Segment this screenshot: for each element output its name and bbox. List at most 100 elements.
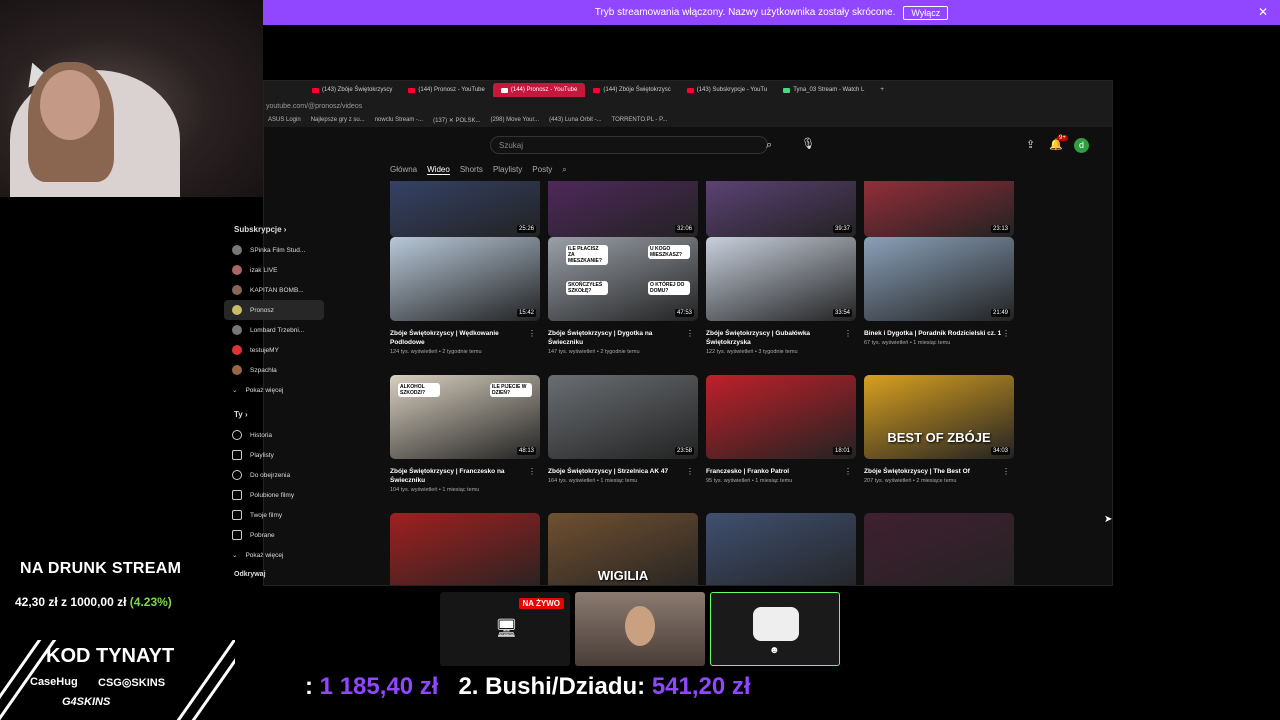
channel-avatar bbox=[232, 265, 242, 275]
sidebar-item-sub[interactable]: izak LIVE bbox=[194, 260, 394, 280]
tab-home[interactable]: Główna bbox=[390, 165, 417, 175]
more-options-icon[interactable]: ⋮ bbox=[844, 329, 852, 338]
video-card[interactable]: BEST OF ZBÓJE 34:03 Zbóje Świętokrzyscy | … bbox=[864, 375, 1014, 484]
video-meta: 164 tys. wyświetleń • 1 miesiąc temu bbox=[548, 478, 638, 484]
address-bar[interactable]: youtube.com/@pronosz/videos bbox=[264, 99, 1112, 113]
show-more-button[interactable]: ⌄ Pokaż więcej bbox=[194, 545, 394, 565]
video-thumbnail[interactable]: 23:58 bbox=[548, 375, 698, 459]
sidebar-item-sub[interactable]: testujeMY bbox=[194, 340, 394, 360]
bookmark[interactable]: (443) Luna Orbit -... bbox=[549, 117, 601, 123]
video-title[interactable]: Zbóje Świętokrzyscy | Gubałówka Świętokr… bbox=[706, 329, 856, 347]
video-thumbnail[interactable]: 21:49 bbox=[864, 237, 1014, 321]
avatar[interactable]: d bbox=[1074, 138, 1089, 153]
video-thumbnail[interactable] bbox=[390, 513, 540, 585]
more-options-icon[interactable]: ⋮ bbox=[528, 467, 536, 476]
sidebar-item-downloads[interactable]: Pobrane bbox=[194, 525, 394, 545]
sidebar-item-sub[interactable]: KAPITAN BOMB... bbox=[194, 280, 394, 300]
video-thumbnail[interactable]: 39:37 bbox=[706, 181, 856, 237]
thumbnail-caption: U KOGO MIESZKASZ? bbox=[648, 245, 690, 259]
bookmark[interactable]: ASUS Login bbox=[268, 117, 301, 123]
video-title[interactable]: Zbóje Świętokrzyscy | Franczesko na Świe… bbox=[390, 467, 540, 485]
video-card[interactable] bbox=[864, 513, 1014, 585]
video-card[interactable]: 48:13 ALKOHOL SZKODZI? ILE PIJECIE W DZIEŃ… bbox=[390, 375, 540, 493]
video-title[interactable]: Zbóje Świętokrzyscy | Wędkowanie Podlodo… bbox=[390, 329, 540, 347]
video-card[interactable]: 21:49 Binek i Dygotka | Poradnik Rodzicie… bbox=[864, 237, 1014, 346]
video-thumbnail[interactable]: WIGILIA bbox=[548, 513, 698, 585]
video-card[interactable] bbox=[706, 513, 856, 585]
sidebar-item-sub[interactable]: Szpachla bbox=[194, 360, 394, 380]
video-thumbnail[interactable] bbox=[864, 513, 1014, 585]
video-card[interactable]: 33:54 Zbóje Świętokrzyscy | Gubałówka Świ… bbox=[706, 237, 856, 355]
youtube-icon bbox=[686, 87, 694, 93]
video-duration: 25:26 bbox=[516, 225, 536, 233]
video-title[interactable]: Zbóje Świętokrzyscy | Dygotka na Świeczn… bbox=[548, 329, 698, 347]
browser-tab-active[interactable]: (144) Pronosz - YouTube bbox=[492, 83, 586, 97]
search-icon[interactable]: ⌕ bbox=[562, 165, 566, 175]
more-options-icon[interactable]: ⋮ bbox=[686, 467, 694, 476]
video-thumbnail[interactable]: 33:54 bbox=[706, 237, 856, 321]
video-card[interactable]: 23:58 Zbóje Świętokrzyscy | Strzelnica AK… bbox=[548, 375, 698, 484]
browser-tab[interactable]: (143) Subskrypcje - YouTu bbox=[679, 83, 775, 97]
bookmark[interactable]: Najlepsze gry z su... bbox=[311, 117, 365, 123]
sidebar-item-your-videos[interactable]: Twoje filmy bbox=[194, 505, 394, 525]
subscriptions-header[interactable]: Subskrypcje › bbox=[234, 225, 394, 234]
video-icon bbox=[232, 510, 242, 520]
video-title[interactable]: Binek i Dygotka | Poradnik Rodzicielski … bbox=[864, 329, 1014, 338]
mic-icon[interactable]: 🎙 bbox=[801, 137, 815, 150]
sidebar-item-liked[interactable]: Polubione filmy bbox=[194, 485, 394, 505]
disable-button[interactable]: Wyłącz bbox=[903, 5, 949, 20]
more-options-icon[interactable]: ⋮ bbox=[1002, 329, 1010, 338]
more-options-icon[interactable]: ⋮ bbox=[686, 329, 694, 338]
video-title[interactable]: Zbóje Świętokrzyscy | The Best Of bbox=[864, 467, 1014, 476]
youtube-icon bbox=[312, 87, 319, 93]
bookmark[interactable]: (137) ✕ POLSK... bbox=[433, 117, 480, 124]
more-options-icon[interactable]: ⋮ bbox=[528, 329, 536, 338]
video-card[interactable]: 15:42 Zbóje Świętokrzyscy | Wędkowanie Po… bbox=[390, 237, 540, 355]
upload-icon[interactable]: ⇪ bbox=[1026, 138, 1035, 151]
browser-tab[interactable]: (144) Zbóje Świętokrzysc bbox=[585, 83, 678, 97]
chevron-down-icon: ⌄ bbox=[232, 552, 238, 559]
sidebar-item-sub-selected[interactable]: Pronosz bbox=[224, 300, 324, 320]
explore-header[interactable]: Odkrywaj bbox=[234, 571, 394, 578]
bookmark[interactable]: TORRENTO.PL - P... bbox=[612, 117, 668, 123]
browser-tab[interactable]: Tyna_03 Stream - Watch L bbox=[775, 83, 872, 97]
close-icon[interactable]: ✕ bbox=[1258, 5, 1268, 19]
thumbnail-caption: ALKOHOL SZKODZI? bbox=[398, 383, 440, 397]
new-tab-button[interactable]: + bbox=[872, 83, 892, 97]
video-thumbnail[interactable]: BEST OF ZBÓJE 34:03 bbox=[864, 375, 1014, 459]
browser-tab[interactable]: (143) Zbóje Świętokrzyscy bbox=[304, 83, 400, 97]
sidebar-item-history[interactable]: Historia bbox=[194, 425, 394, 445]
browser-tab[interactable]: (144) Pronosz - YouTube bbox=[400, 83, 493, 97]
video-thumbnail[interactable]: 25:26 bbox=[390, 181, 540, 237]
tab-playlists[interactable]: Playlisty bbox=[493, 165, 522, 175]
search-input[interactable]: Szukaj bbox=[490, 136, 768, 154]
show-more-button[interactable]: ⌄ Pokaż więcej bbox=[194, 380, 394, 400]
more-options-icon[interactable]: ⋮ bbox=[1002, 467, 1010, 476]
video-card[interactable] bbox=[390, 513, 540, 585]
search-icon[interactable]: ⌕ bbox=[766, 139, 772, 152]
video-thumbnail[interactable]: 32:06 bbox=[548, 181, 698, 237]
video-thumbnail[interactable] bbox=[706, 513, 856, 585]
sidebar-item-sub[interactable]: SPinka Film Stud... bbox=[194, 240, 394, 260]
video-card[interactable]: WIGILIA bbox=[548, 513, 698, 585]
tab-shorts[interactable]: Shorts bbox=[460, 165, 483, 175]
tab-videos[interactable]: Wideo bbox=[427, 165, 450, 175]
you-header[interactable]: Ty › bbox=[234, 410, 394, 419]
video-card[interactable]: 18:01 Franczesko | Franko Patrol 95 tys. w… bbox=[706, 375, 856, 484]
video-card[interactable]: 47:53 ILE PŁACISZ ZA MIESZKANIE? U KOGO MI… bbox=[548, 237, 698, 355]
video-thumbnail[interactable]: 15:42 bbox=[390, 237, 540, 321]
bookmark[interactable]: (298) Move Your... bbox=[490, 117, 539, 123]
video-thumbnail[interactable]: 23:13 bbox=[864, 181, 1014, 237]
video-thumbnail[interactable]: 47:53 ILE PŁACISZ ZA MIESZKANIE? U KOGO MI… bbox=[548, 237, 698, 321]
video-thumbnail[interactable]: 18:01 bbox=[706, 375, 856, 459]
video-title[interactable]: Franczesko | Franko Patrol bbox=[706, 467, 856, 476]
sidebar-item-watch-later[interactable]: Do obejrzenia bbox=[194, 465, 394, 485]
video-title[interactable]: Zbóje Świętokrzyscy | Strzelnica AK 47 bbox=[548, 467, 698, 476]
tab-posts[interactable]: Posty bbox=[532, 165, 552, 175]
sidebar-item-playlists[interactable]: Playlisty bbox=[194, 445, 394, 465]
video-thumbnail[interactable]: 48:13 ALKOHOL SZKODZI? ILE PIJECIE W DZIEŃ… bbox=[390, 375, 540, 459]
sponsor-logo: CaseHug bbox=[30, 676, 78, 688]
bookmark[interactable]: nowclu Stream -... bbox=[375, 117, 423, 123]
sidebar-item-sub[interactable]: Lombard Trzebni... bbox=[194, 320, 394, 340]
more-options-icon[interactable]: ⋮ bbox=[844, 467, 852, 476]
